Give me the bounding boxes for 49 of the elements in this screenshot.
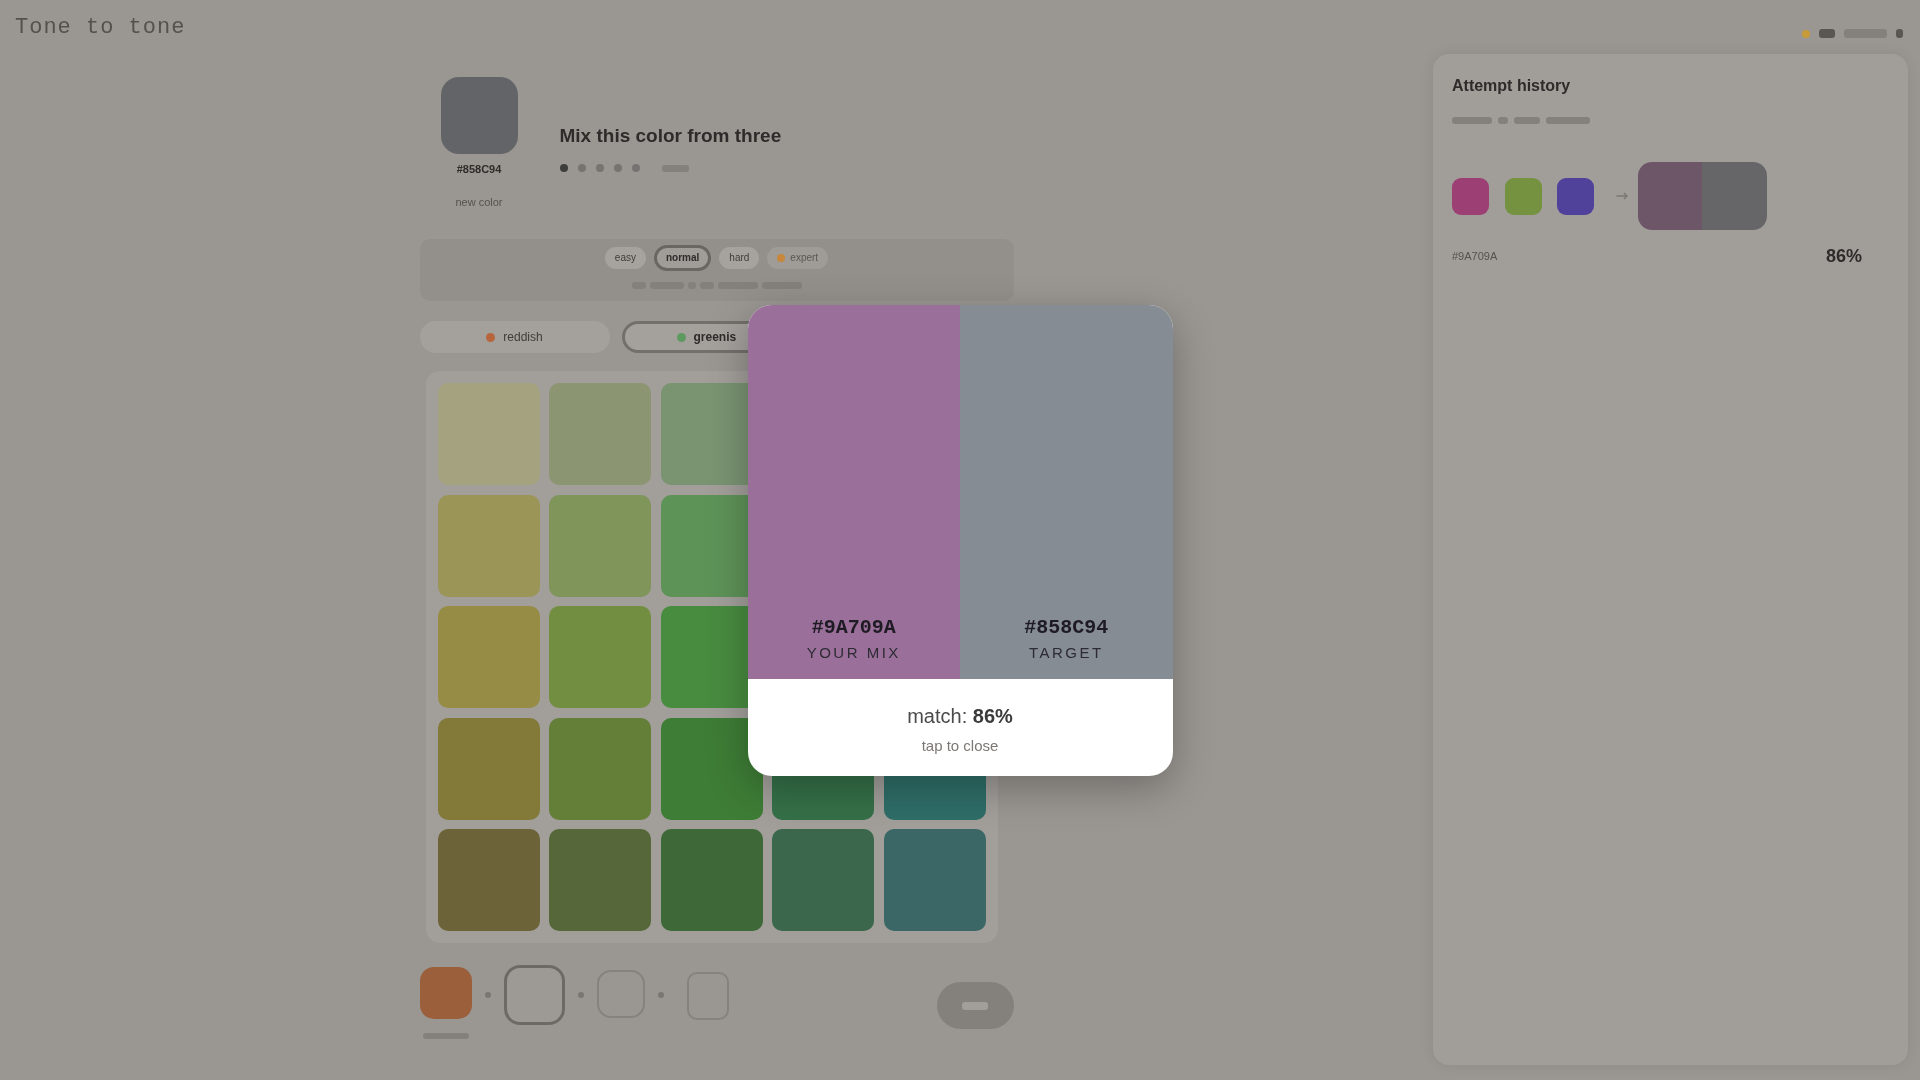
color-tile[interactable] xyxy=(883,829,986,931)
small-dot-icon xyxy=(484,992,491,998)
result-dialog[interactable]: #9A709A YOUR MIX #858C94 TARGET match: 86% tap to close xyxy=(747,304,1173,776)
color-tile[interactable] xyxy=(772,829,874,931)
match-result: match: 86% xyxy=(906,703,1014,729)
dot-icon xyxy=(1802,29,1810,38)
new-color-caption[interactable]: new color xyxy=(455,195,503,209)
text-line-bar xyxy=(962,1001,988,1010)
text-line-bar xyxy=(1452,116,1492,124)
mix-swatch[interactable] xyxy=(419,967,472,1019)
text-line-bar xyxy=(1819,29,1835,38)
history-title: Attempt history xyxy=(1452,76,1572,96)
difficulty-pill[interactable]: hard xyxy=(719,247,760,269)
hex-code: #858C94 xyxy=(1024,615,1109,640)
text-line-bar xyxy=(1896,29,1903,38)
difficulty-pill[interactable]: easy xyxy=(604,247,646,269)
small-dot-icon xyxy=(577,992,584,998)
attempt-hex: #9A709A xyxy=(1452,249,1498,265)
small-dot-icon xyxy=(657,992,664,998)
color-tile[interactable] xyxy=(437,383,540,485)
color-tile[interactable] xyxy=(437,606,540,708)
text-line-bar xyxy=(1514,116,1540,124)
attempt-score: 86% xyxy=(1825,245,1862,268)
text-line-bar xyxy=(1546,116,1590,124)
color-tile[interactable] xyxy=(660,829,763,931)
color-tile[interactable] xyxy=(549,606,651,708)
text-line-bar xyxy=(1498,116,1508,124)
color-tile[interactable] xyxy=(437,494,540,597)
challenge-title: Mix this color from three xyxy=(559,124,782,148)
panel-label: TARGET xyxy=(1028,643,1104,662)
target-hex: #858C94 xyxy=(456,162,502,176)
color-tile[interactable] xyxy=(549,383,651,485)
dot-icon xyxy=(777,254,786,262)
color-family-tab[interactable]: reddish xyxy=(419,321,610,353)
color-tile[interactable] xyxy=(549,829,651,931)
color-tile[interactable] xyxy=(437,829,540,931)
color-tile[interactable] xyxy=(660,717,763,820)
color-tile[interactable] xyxy=(549,717,651,820)
mix-button[interactable] xyxy=(936,982,1014,1029)
app-title: Tone to tone xyxy=(15,14,186,42)
arrow-icon xyxy=(1615,192,1628,200)
difficulty-pill[interactable]: expert xyxy=(767,247,829,269)
empty-slot[interactable] xyxy=(503,965,565,1025)
hex-code: #9A709A xyxy=(811,615,896,640)
panel-label: YOUR MIX xyxy=(806,643,901,662)
color-tile[interactable] xyxy=(549,494,651,597)
color-tile[interactable] xyxy=(437,717,540,820)
difficulty-pill[interactable]: normal xyxy=(654,245,712,271)
close-hint: tap to close xyxy=(920,735,1000,756)
